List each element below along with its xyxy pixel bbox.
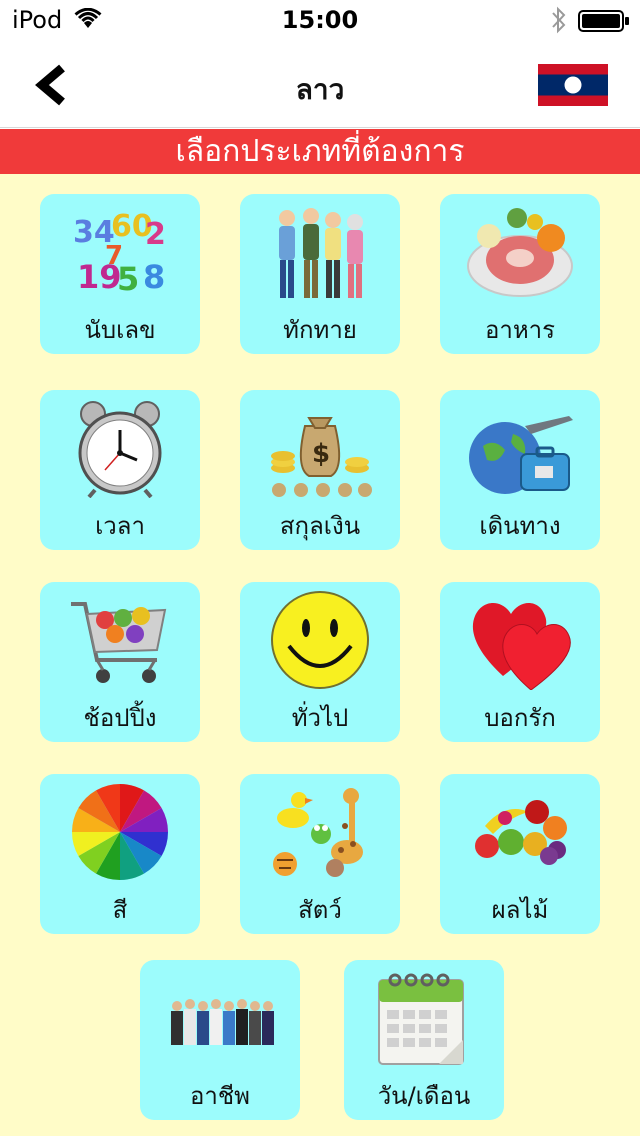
category-fruits[interactable]: ผลไม้ — [440, 774, 600, 934]
professions-icon — [171, 999, 274, 1045]
category-label: สี — [112, 896, 128, 924]
category-label: นับเลข — [84, 316, 156, 344]
category-label: บอกรัก — [484, 704, 556, 732]
status-bar: iPod 15:00 — [0, 0, 640, 40]
battery-icon — [578, 10, 629, 32]
category-label: ทักทาย — [283, 316, 357, 344]
category-label: ผลไม้ — [491, 896, 549, 924]
alarm-clock-icon — [78, 401, 162, 498]
people-greeting-icon — [279, 208, 363, 298]
category-general[interactable]: ทั่วไป — [240, 582, 400, 742]
category-professions[interactable]: อาชีพ — [140, 960, 300, 1120]
laos-flag-icon[interactable] — [538, 64, 608, 106]
category-animals[interactable]: สัตว์ — [240, 774, 400, 934]
category-calendar[interactable]: วัน/เดือน — [344, 960, 504, 1120]
category-label: ทั่วไป — [291, 704, 349, 732]
chevron-left-icon — [35, 64, 65, 106]
category-label: เดินทาง — [479, 512, 561, 540]
back-button[interactable] — [28, 62, 78, 108]
smiley-icon — [271, 591, 369, 689]
category-label: สกุลเงิน — [279, 512, 361, 540]
category-numbers[interactable]: 34 60 2 19 5 8 7 นับเลข — [40, 194, 200, 354]
animals-icon — [273, 788, 363, 877]
category-label: ช้อปปิ้ง — [83, 704, 157, 732]
category-travel[interactable]: เดินทาง — [440, 390, 600, 550]
category-love[interactable]: บอกรัก — [440, 582, 600, 742]
svg-text:$: $ — [312, 439, 330, 469]
fruits-icon — [475, 800, 567, 865]
section-header: เลือกประเภทที่ต้องการ — [0, 129, 640, 174]
category-label: เวลา — [95, 512, 145, 540]
hearts-icon — [472, 603, 571, 690]
category-shopping[interactable]: ช้อปปิ้ง — [40, 582, 200, 742]
navigation-bar: ลาว — [0, 40, 640, 128]
category-label: อาชีพ — [190, 1082, 250, 1110]
calendar-icon — [378, 973, 464, 1065]
status-time: 15:00 — [281, 6, 359, 34]
category-label: สัตว์ — [298, 896, 342, 924]
travel-icon — [469, 416, 573, 494]
svg-text:7: 7 — [105, 241, 123, 271]
category-food[interactable]: อาหาร — [440, 194, 600, 354]
shopping-cart-icon — [71, 602, 167, 683]
category-label: อาหาร — [484, 316, 556, 344]
food-plate-icon — [467, 208, 573, 297]
color-wheel-icon — [71, 784, 169, 880]
category-colors[interactable]: สี — [40, 774, 200, 934]
svg-text:2: 2 — [145, 217, 166, 252]
bluetooth-icon — [552, 6, 566, 34]
money-bags-icon: $ — [271, 417, 372, 497]
numbers-icon: 34 60 2 19 5 8 7 — [73, 209, 166, 298]
category-time[interactable]: เวลา — [40, 390, 200, 550]
category-label: วัน/เดือน — [377, 1082, 471, 1110]
svg-text:8: 8 — [143, 258, 165, 296]
category-currency[interactable]: $ สกุลเงิน — [240, 390, 400, 550]
category-grid: 34 60 2 19 5 8 7 นับเลข ทักทาย อาหาร เวล… — [0, 174, 640, 1136]
category-greeting[interactable]: ทักทาย — [240, 194, 400, 354]
